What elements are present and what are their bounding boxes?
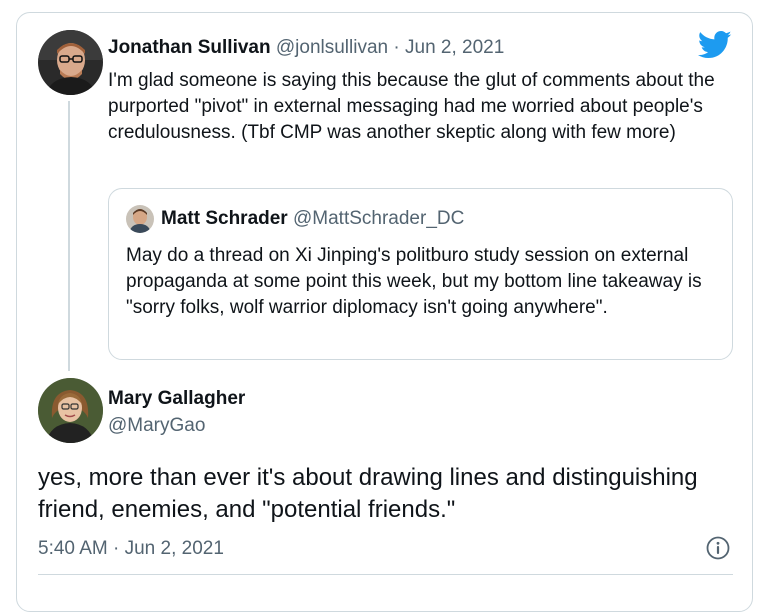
tweet2-author-name[interactable]: Mary Gallagher	[108, 388, 245, 410]
tweet2-text: yes, more than ever it's about drawing l…	[38, 464, 698, 523]
quoted-author-name[interactable]: Matt Schrader	[161, 208, 288, 229]
footer-divider	[38, 574, 733, 575]
avatar-mary-gallagher[interactable]	[38, 378, 103, 443]
tweet1-author-name[interactable]: Jonathan Sullivan	[108, 37, 271, 58]
tweet1-handle[interactable]: @jonlsullivan	[276, 37, 388, 58]
tweet2-timestamp[interactable]: 5:40 AM · Jun 2, 2021	[38, 538, 224, 560]
avatar-jonathan-sullivan[interactable]	[38, 30, 103, 95]
tweet1-header: Jonathan Sullivan @jonlsullivan · Jun 2,…	[108, 37, 504, 59]
info-icon[interactable]	[706, 536, 730, 560]
tweet1-separator: ·	[393, 37, 400, 58]
quoted-tweet-header: Matt Schrader @MattSchrader_DC	[161, 208, 464, 230]
quoted-handle[interactable]: @MattSchrader_DC	[293, 208, 464, 229]
thread-connector-line	[68, 101, 70, 371]
quoted-tweet-text: May do a thread on Xi Jinping's politbur…	[126, 245, 702, 318]
quoted-tweet[interactable]: Matt Schrader @MattSchrader_DC May do a …	[108, 188, 733, 360]
tweet1-date[interactable]: Jun 2, 2021	[405, 37, 504, 58]
avatar-matt-schrader[interactable]	[126, 205, 154, 233]
twitter-bird-icon[interactable]	[697, 30, 732, 60]
tweet2-handle[interactable]: @MaryGao	[108, 415, 205, 437]
tweet1-text: I'm glad someone is saying this because …	[108, 70, 715, 143]
